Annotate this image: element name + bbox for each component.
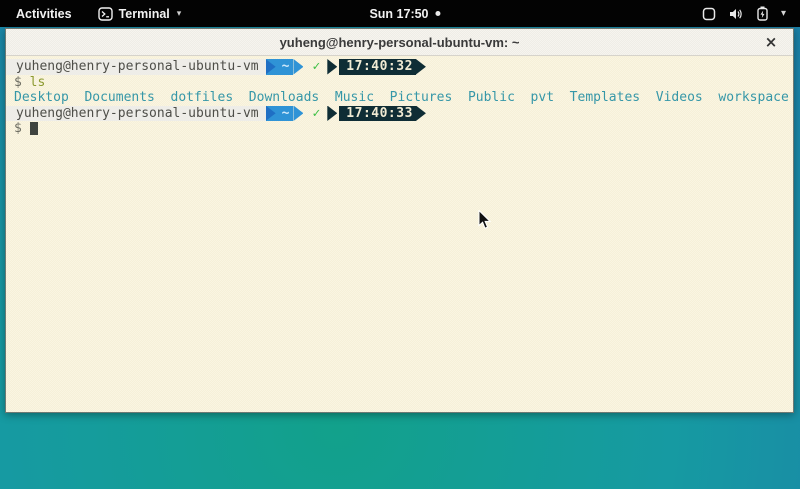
prompt-timestamp: 17:40:32 [339, 59, 416, 75]
status-check-icon: ✓ [312, 59, 320, 75]
directory-entry: Pictures [390, 90, 453, 105]
directory-entry: Public [468, 90, 515, 105]
powerline-arrow-icon [266, 106, 276, 122]
command-line: $ ls [6, 75, 793, 91]
prompt-line: yuheng@henry-personal-ubuntu-vm ~ ✓ 17:4… [6, 106, 793, 122]
terminal-app-icon [98, 7, 113, 21]
terminal-window: yuheng@henry-personal-ubuntu-vm: ~ × yuh… [5, 28, 794, 413]
app-menu-label: Terminal [119, 7, 170, 21]
prompt-cwd-segment: ~ [266, 59, 294, 75]
terminal-screen[interactable]: yuheng@henry-personal-ubuntu-vm ~ ✓ 17:4… [6, 57, 793, 412]
prompt-cwd: ~ [276, 106, 294, 121]
prompt-user-host: yuheng@henry-personal-ubuntu-vm [6, 106, 266, 122]
prompt-symbol: $ [14, 75, 22, 90]
command-text: ls [30, 75, 46, 90]
display-icon [702, 7, 716, 21]
directory-entry: Music [335, 90, 374, 105]
block-cursor [30, 122, 38, 135]
ls-output-line: Desktop Documents dotfiles Downloads Mus… [6, 90, 793, 106]
input-line[interactable]: $ [6, 121, 793, 137]
powerline-arrow-icon [327, 106, 337, 122]
status-check-icon: ✓ [312, 106, 320, 122]
activities-button[interactable]: Activities [10, 3, 78, 25]
prompt-cwd-segment: ~ [266, 106, 294, 122]
system-status-menu[interactable]: ▾ [696, 0, 792, 27]
prompt-line: yuheng@henry-personal-ubuntu-vm ~ ✓ 17:4… [6, 59, 793, 75]
directory-entry: pvt [531, 90, 554, 105]
powerline-arrow-icon [416, 59, 426, 75]
directory-entry: dotfiles [171, 90, 234, 105]
powerline-arrow-icon [293, 106, 303, 122]
directory-entry: Templates [570, 90, 640, 105]
clock-menu[interactable]: Sun 17:50 [363, 3, 446, 25]
notification-dot [436, 11, 441, 16]
directory-entry: Downloads [249, 90, 319, 105]
volume-icon [729, 7, 744, 21]
directory-entry: Videos [656, 90, 703, 105]
powerline-arrow-icon [293, 59, 303, 75]
directory-entry: workspace [718, 90, 788, 105]
clock-label: Sun 17:50 [369, 7, 428, 21]
chevron-down-icon: ▾ [177, 8, 182, 19]
window-titlebar[interactable]: yuheng@henry-personal-ubuntu-vm: ~ × [6, 29, 793, 56]
close-icon[interactable]: × [762, 33, 780, 51]
prompt-user-host: yuheng@henry-personal-ubuntu-vm [6, 59, 266, 75]
powerline-arrow-icon [327, 59, 337, 75]
powerline-arrow-icon [266, 59, 276, 75]
directory-entry: Documents [84, 90, 154, 105]
chevron-down-icon: ▾ [781, 8, 786, 19]
powerline-arrow-icon [416, 106, 426, 122]
battery-charging-icon [757, 6, 768, 21]
prompt-symbol: $ [14, 121, 22, 136]
directory-entry: Desktop [14, 90, 69, 105]
app-menu-terminal[interactable]: Terminal ▾ [94, 4, 186, 24]
prompt-cwd: ~ [276, 59, 294, 74]
top-bar: Activities Terminal ▾ Sun 17:50 [0, 0, 800, 27]
prompt-timestamp: 17:40:33 [339, 106, 416, 122]
window-title: yuheng@henry-personal-ubuntu-vm: ~ [280, 35, 520, 50]
